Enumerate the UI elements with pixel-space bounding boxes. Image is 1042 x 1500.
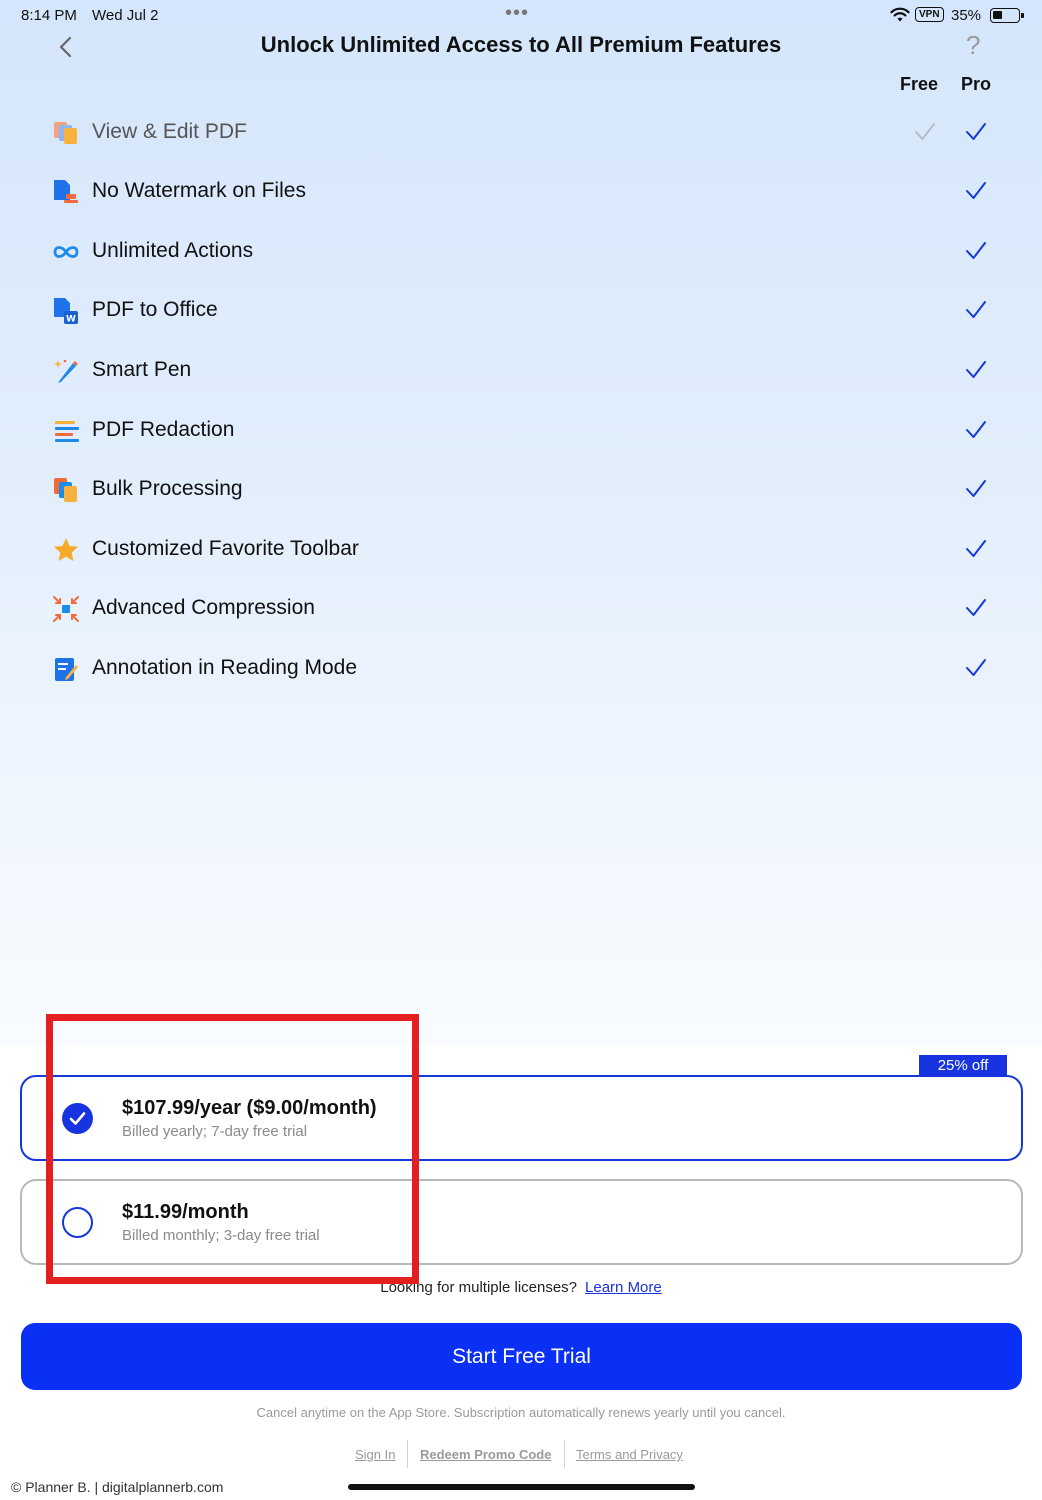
- edit-note-icon: [55, 658, 78, 681]
- page-title: Unlock Unlimited Access to All Premium F…: [260, 32, 782, 57]
- compress-arrows-icon: [53, 596, 79, 622]
- check-pro-icon: [966, 242, 986, 259]
- help-icon[interactable]: ?: [966, 30, 980, 61]
- copyright-text: © Planner B. | digitalplannerb.com: [11, 1479, 224, 1495]
- convert-word-icon: W: [54, 298, 78, 325]
- pages-icon: [54, 122, 77, 144]
- feature-label: Unlimited Actions: [92, 239, 254, 262]
- check-pro-icon: [966, 599, 986, 616]
- feature-label: Customized Favorite Toolbar: [92, 537, 359, 560]
- status-time: 8:14 PM: [21, 7, 77, 24]
- stamp-file-icon: [54, 180, 78, 203]
- terms-privacy-link[interactable]: Terms and Privacy: [576, 1447, 683, 1462]
- check-pro-icon: [966, 659, 986, 676]
- start-free-trial-button[interactable]: Start Free Trial: [21, 1323, 1022, 1390]
- home-indicator: [348, 1484, 695, 1490]
- feature-row: Customized Favorite Toolbar: [0, 519, 1042, 579]
- feature-label: PDF Redaction: [92, 418, 235, 441]
- cancel-note: Cancel anytime on the App Store. Subscri…: [256, 1405, 786, 1420]
- check-pro-icon: [966, 421, 986, 438]
- check-pro-icon: [966, 480, 986, 497]
- check-pro-icon: [966, 540, 986, 557]
- feature-row: Smart Pen: [0, 340, 1042, 400]
- discount-badge: 25% off: [919, 1055, 1007, 1077]
- check-pro-icon: [966, 301, 986, 318]
- vpn-badge: VPN: [915, 7, 944, 22]
- redaction-lines-icon: [55, 421, 79, 442]
- battery-icon: [990, 8, 1024, 23]
- feature-row: Annotation in Reading Mode: [0, 638, 1042, 698]
- status-bar: 8:14 PM Wed Jul 2 ••• VPN 35%: [0, 0, 1042, 30]
- infinity-icon: [53, 246, 79, 258]
- feature-label: PDF to Office: [92, 298, 218, 321]
- feature-label: No Watermark on Files: [92, 179, 306, 202]
- feature-row: PDF Redaction: [0, 400, 1042, 460]
- check-pro-icon: [966, 182, 986, 199]
- check-pro-icon: [966, 123, 986, 140]
- divider: [407, 1440, 408, 1468]
- feature-row: Bulk Processing: [0, 459, 1042, 519]
- feature-label: Advanced Compression: [92, 596, 315, 619]
- column-header-pro: Pro: [961, 74, 992, 94]
- battery-percent: 35%: [951, 7, 982, 24]
- feature-row: View & Edit PDF: [0, 102, 1042, 162]
- magic-pen-icon: [54, 359, 78, 383]
- check-pro-icon: [966, 361, 986, 378]
- feature-label: Smart Pen: [92, 358, 192, 381]
- check-free-icon: [915, 123, 935, 140]
- annotation-highlight-box: [46, 1014, 419, 1284]
- star-icon: [54, 538, 78, 561]
- wifi-icon: [890, 7, 910, 22]
- feature-row: W PDF to Office: [0, 280, 1042, 340]
- sign-in-link[interactable]: Sign In: [355, 1447, 395, 1462]
- feature-row: Advanced Compression: [0, 578, 1042, 638]
- feature-row: No Watermark on Files: [0, 161, 1042, 221]
- feature-label: Bulk Processing: [92, 477, 243, 500]
- status-date: Wed Jul 2: [92, 7, 159, 24]
- multitasking-dots-icon[interactable]: •••: [505, 2, 529, 25]
- svg-text:W: W: [66, 315, 76, 325]
- feature-row: Unlimited Actions: [0, 221, 1042, 281]
- divider: [564, 1440, 565, 1468]
- learn-more-link[interactable]: Learn More: [585, 1279, 662, 1296]
- footer-links: Sign In Redeem Promo Code Terms and Priv…: [0, 1440, 1042, 1470]
- feature-label: View & Edit PDF: [92, 120, 247, 143]
- stack-files-icon: [54, 478, 77, 502]
- redeem-promo-link[interactable]: Redeem Promo Code: [420, 1447, 551, 1462]
- column-header-free: Free: [900, 74, 939, 94]
- feature-label: Annotation in Reading Mode: [92, 656, 358, 679]
